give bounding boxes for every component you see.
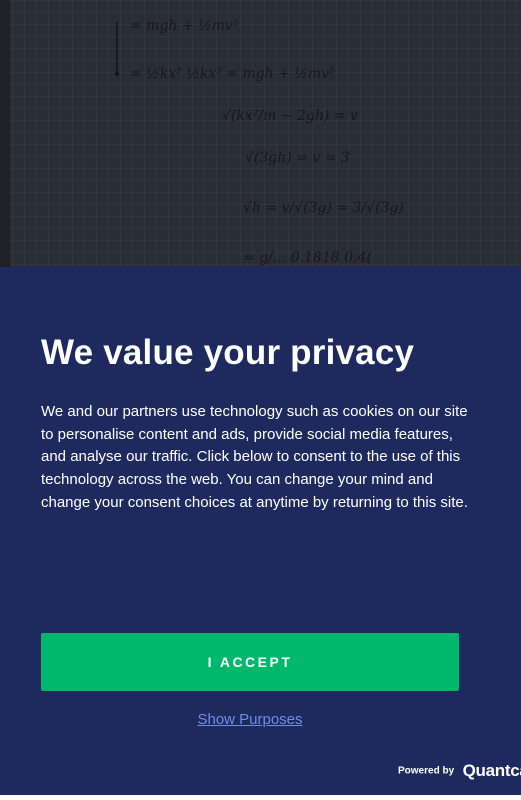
dim-overlay xyxy=(0,0,521,275)
quantcast-logo: Quantcast xyxy=(462,761,521,780)
consent-body-text: We and our partners use technology such … xyxy=(41,403,468,511)
consent-title: We value your privacy xyxy=(41,333,415,372)
powered-by-label: Powered by xyxy=(398,765,455,777)
privacy-consent-banner: We value your privacy We and our partner… xyxy=(0,267,521,795)
background-photo: = mgh + ½mv² = ½kx² ½kx² = mgh + ½mv² √(… xyxy=(0,0,521,275)
powered-by: Powered by Quantcast xyxy=(398,761,521,781)
accept-button[interactable]: I ACCEPT xyxy=(41,633,459,691)
show-purposes-link[interactable]: Show Purposes xyxy=(0,711,500,728)
bottom-strip xyxy=(0,795,521,800)
page: = mgh + ½mv² = ½kx² ½kx² = mgh + ½mv² √(… xyxy=(0,0,521,800)
